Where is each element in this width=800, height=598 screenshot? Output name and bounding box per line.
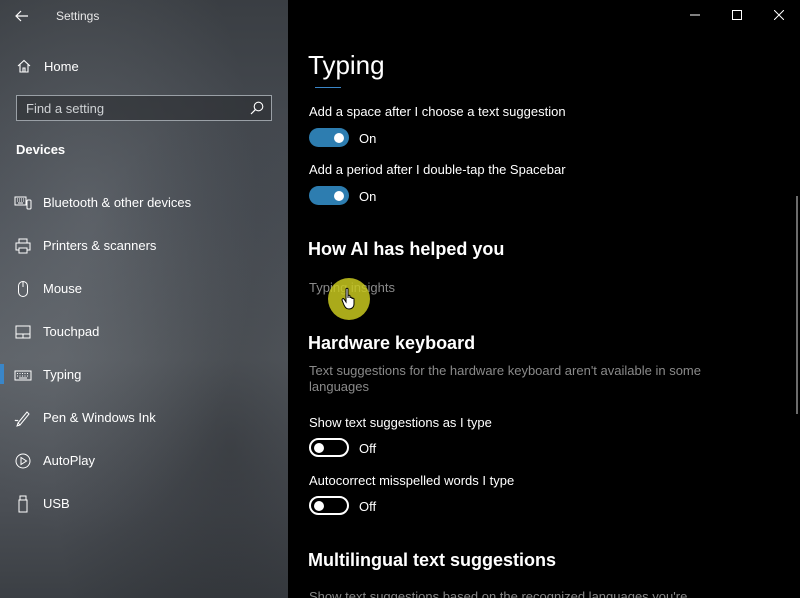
sidebar-item-home[interactable]: Home [0,50,288,84]
toggle-state: Off [359,441,377,456]
usb-icon [18,495,28,513]
sidebar-item-pen[interactable]: Pen & Windows Ink [0,396,288,439]
toggle-state: Off [359,499,377,514]
sidebar-item-label: USB [43,496,70,511]
sidebar-item-printers[interactable]: Printers & scanners [0,224,288,267]
sidebar-item-bluetooth[interactable]: Bluetooth & other devices [0,181,288,224]
sidebar-item-label: Typing [43,367,82,382]
sidebar-item-autoplay[interactable]: AutoPlay [0,439,288,482]
back-button[interactable] [8,4,36,28]
home-icon [17,59,31,73]
space-after-suggestion-toggle[interactable] [309,128,349,147]
sidebar-item-touchpad[interactable]: Touchpad [0,310,288,353]
hand-pointer-icon [341,287,355,310]
period-double-tap-label: Add a period after I double-tap the Spac… [309,162,566,177]
printer-icon [15,238,31,254]
toggle-knob [334,190,344,201]
title-bar: Settings [0,0,288,32]
toggle-state: On [359,131,377,146]
sidebar-item-label: AutoPlay [43,453,96,468]
search-icon[interactable] [249,100,265,116]
section-label: Devices [16,142,66,157]
window-controls [674,0,800,32]
autocorrect-label: Autocorrect misspelled words I type [309,473,515,488]
main-content: Typing Add a space after I choose a text… [288,0,800,598]
toggle-knob [314,500,324,511]
page-title: Typing [308,50,385,80]
search-box[interactable] [16,95,272,121]
hardware-keyboard-description: Text suggestions for the hardware keyboa… [309,363,701,394]
sidebar-item-usb[interactable]: USB [0,482,288,525]
bluetooth-devices-icon [14,196,32,210]
sidebar-item-label: Mouse [43,281,83,296]
sidebar-item-label: Printers & scanners [43,238,157,253]
sidebar-item-mouse[interactable]: Mouse [0,267,288,310]
sidebar-item-typing[interactable]: Typing [0,353,288,396]
hardware-keyboard-heading: Hardware keyboard [308,333,476,353]
scrollbar[interactable] [796,196,798,414]
multilingual-heading: Multilingual text suggestions [308,550,557,570]
sidebar-item-label: Touchpad [43,324,100,339]
multilingual-description: Show text suggestions based on the recog… [309,589,688,598]
touchpad-icon [15,325,31,339]
close-icon [774,10,784,20]
minimize-icon [690,14,700,16]
toggle-state: On [359,189,377,204]
toggle-knob [334,132,344,143]
title-underline [315,87,341,88]
mouse-icon [18,281,28,297]
back-arrow-icon [15,10,28,22]
period-double-tap-toggle[interactable] [309,186,349,205]
show-suggestions-label: Show text suggestions as I type [309,415,492,430]
close-button[interactable] [758,0,800,30]
toggle-knob [314,442,324,453]
maximize-icon [732,10,742,20]
keyboard-icon [14,370,32,381]
space-after-suggestion-label: Add a space after I choose a text sugges… [309,104,566,119]
maximize-button[interactable] [716,0,758,30]
sidebar: Settings Home Devices Bluetooth & other … [0,0,288,598]
autoplay-icon [15,453,31,469]
search-input[interactable] [17,96,245,120]
autocorrect-toggle[interactable] [309,496,349,515]
sidebar-item-label: Pen & Windows Ink [43,410,156,425]
minimize-button[interactable] [674,0,716,30]
app-title: Settings [56,9,100,23]
sidebar-nav: Bluetooth & other devices Printers & sca… [0,181,288,525]
home-label: Home [44,59,79,74]
show-suggestions-toggle[interactable] [309,438,349,457]
pen-icon [14,411,30,427]
ai-heading: How AI has helped you [308,239,505,259]
sidebar-item-label: Bluetooth & other devices [43,195,192,210]
